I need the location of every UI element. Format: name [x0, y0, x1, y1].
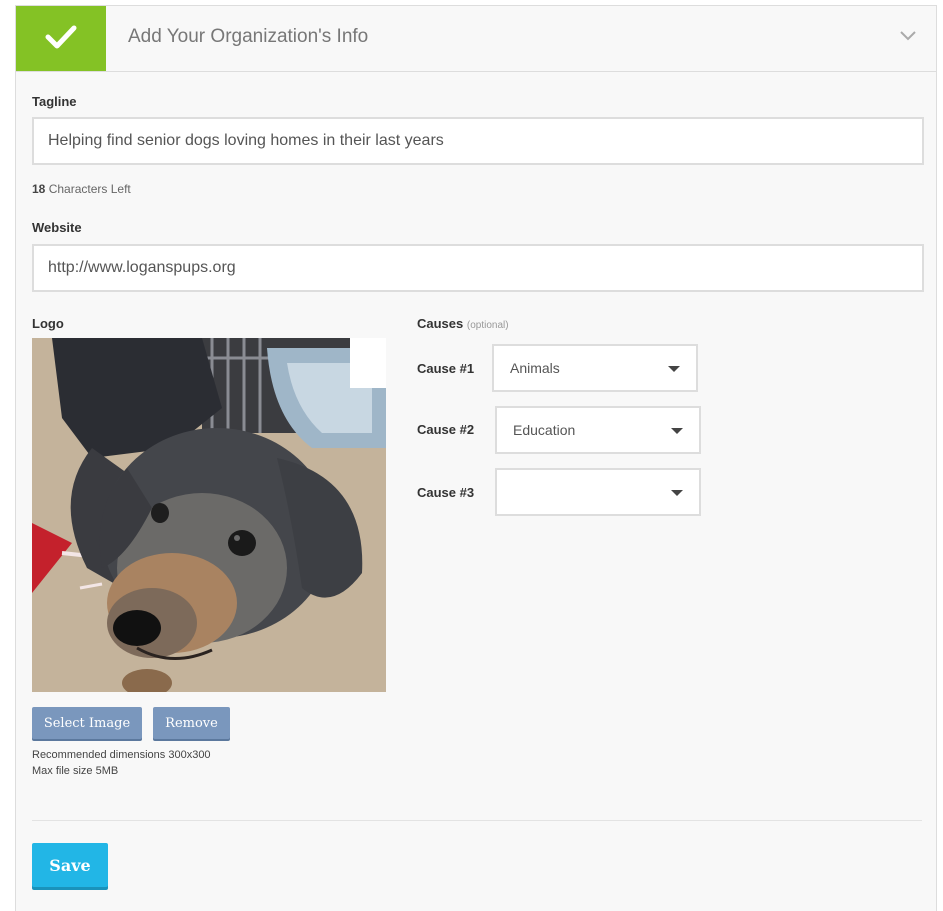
remove-image-button[interactable]: Remove: [153, 707, 230, 739]
cause-3-label: Cause #3: [417, 485, 475, 500]
logo-image: [32, 338, 386, 692]
panel-header[interactable]: Add Your Organization's Info: [16, 6, 936, 72]
max-file-size: Max file size 5MB: [32, 765, 119, 777]
website-label: Website: [32, 220, 82, 235]
causes-title: Causes (optional): [417, 316, 509, 331]
logo-label: Logo: [32, 316, 64, 331]
tagline-label: Tagline: [32, 94, 77, 109]
panel-title: Add Your Organization's Info: [128, 26, 369, 47]
chevron-down-icon[interactable]: [899, 30, 917, 42]
recommended-dimensions: Recommended dimensions 300x300: [32, 749, 211, 761]
website-input[interactable]: [32, 244, 924, 292]
cause-2-label: Cause #2: [417, 422, 475, 437]
divider: [32, 820, 922, 821]
caret-down-icon: [668, 366, 680, 372]
check-icon: [45, 25, 77, 49]
characters-left-count: 18: [32, 182, 46, 196]
cause-1-label: Cause #1: [417, 361, 475, 376]
caret-down-icon: [671, 428, 683, 434]
cause-2-value: Education: [513, 422, 576, 438]
cause-2-select[interactable]: Education: [495, 406, 701, 454]
tagline-input[interactable]: [32, 117, 924, 165]
causes-heading: Causes: [417, 316, 464, 331]
characters-left-text: Characters Left: [48, 182, 131, 196]
cause-1-select[interactable]: Animals: [492, 344, 698, 392]
caret-down-icon: [671, 490, 683, 496]
organization-info-panel: Add Your Organization's Info Tagline 18 …: [15, 5, 937, 911]
logo-requirements: Recommended dimensions 300x300 Max file …: [32, 747, 211, 779]
cause-3-select[interactable]: [495, 468, 701, 516]
dog-photo: [32, 338, 386, 692]
save-button[interactable]: Save: [32, 843, 108, 887]
select-image-button[interactable]: Select Image: [32, 707, 142, 739]
causes-optional-note: (optional): [466, 320, 509, 331]
characters-left: 18 Characters Left: [32, 182, 131, 196]
cause-1-value: Animals: [510, 360, 560, 376]
completed-badge: [16, 6, 106, 71]
